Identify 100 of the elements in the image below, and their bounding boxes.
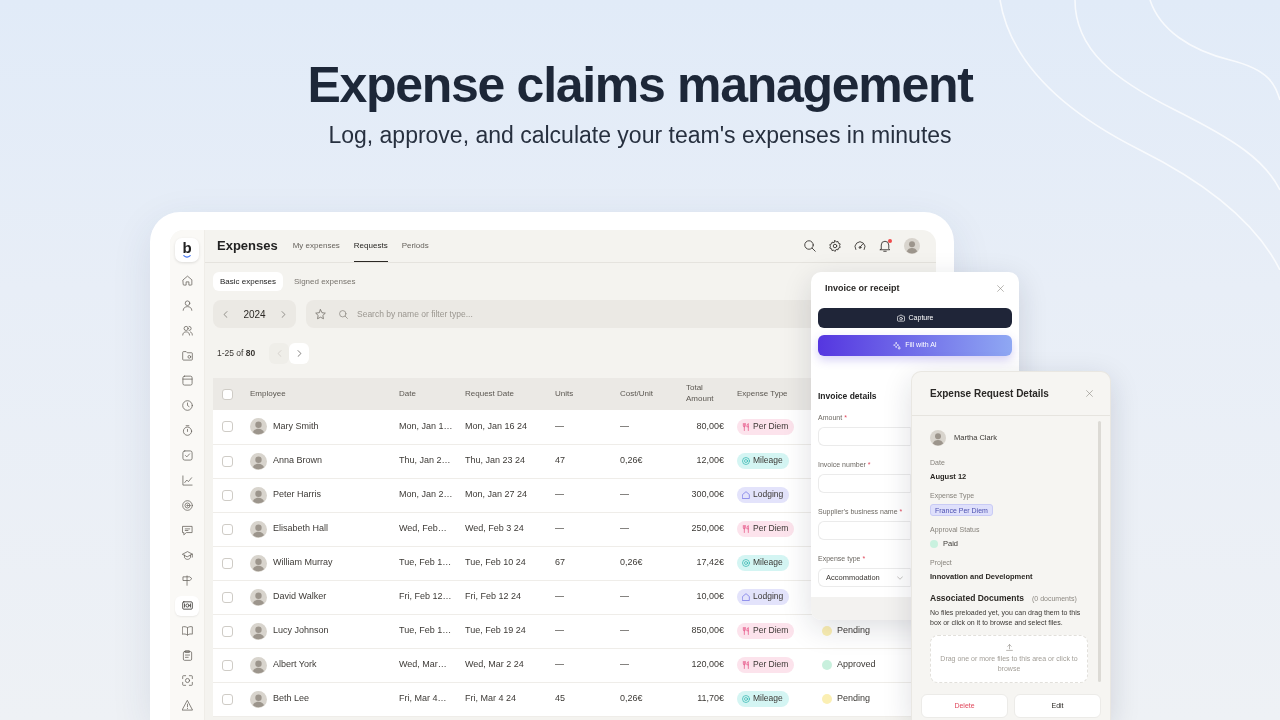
column-header[interactable]: Units [548, 378, 613, 410]
person-avatar-icon [250, 452, 267, 470]
table-cell: — [613, 614, 678, 648]
input-field[interactable] [818, 474, 911, 493]
checkbox[interactable] [222, 489, 233, 501]
table-cell: Wed, Feb… [392, 512, 458, 546]
table-cell: — [613, 410, 678, 444]
chat-bubble-icon[interactable] [181, 525, 193, 536]
column-header[interactable]: Employee [243, 378, 392, 410]
checkbox[interactable] [222, 591, 233, 603]
checkbox[interactable] [222, 693, 233, 705]
person-avatar-icon [930, 430, 946, 446]
clock-icon[interactable] [181, 400, 193, 411]
checkbox[interactable] [222, 523, 233, 535]
section-title: Associated Documents [930, 592, 1024, 604]
table-cell: Fri, Mar 4… [392, 682, 458, 716]
table-cell: Wed, Mar… [392, 648, 458, 682]
table-cell: — [548, 648, 613, 682]
table-cell: 10,00€ [678, 580, 730, 614]
bell-icon[interactable] [879, 240, 891, 252]
table-cell: Wed, Mar 2 24 [458, 648, 548, 682]
close-icon[interactable] [1086, 390, 1093, 397]
folder-icon[interactable] [181, 350, 193, 361]
table-cell: — [548, 580, 613, 614]
table-cell: 0,26€ [613, 682, 678, 716]
scan-frame-icon[interactable] [181, 675, 193, 686]
banknote-icon[interactable] [175, 595, 199, 616]
user-avatar-icon[interactable] [904, 238, 920, 254]
signpost-icon[interactable] [181, 575, 193, 586]
table-cell: Tue, Feb 1… [392, 546, 458, 580]
pagination-summary: 1-25 of 80 [217, 347, 256, 360]
table-cell: 850,00€ [678, 614, 730, 648]
graduation-cap-icon[interactable] [181, 550, 193, 561]
employee-name: Elisabeth Hall [273, 522, 329, 536]
column-header[interactable]: Total Amount [678, 378, 730, 410]
input-field[interactable] [818, 521, 911, 540]
target-icon[interactable] [181, 500, 193, 511]
table-cell: Fri, Feb 12 24 [458, 580, 548, 614]
person-avatar-icon [250, 588, 267, 606]
ring-icon [742, 558, 750, 567]
checkbox[interactable] [222, 421, 233, 433]
line-chart-icon[interactable] [181, 475, 193, 486]
tab[interactable]: My expenses [292, 230, 340, 262]
table-cell: — [548, 410, 613, 444]
person-avatar-icon [250, 520, 267, 538]
star-icon[interactable] [315, 308, 326, 320]
subtab[interactable]: Signed expenses [287, 272, 363, 291]
chevron-left-icon[interactable] [222, 310, 229, 318]
house-icon [742, 592, 750, 601]
table-cell: 47 [548, 444, 613, 478]
checked-box-icon[interactable] [181, 450, 193, 461]
table-cell: Fri, Feb 12… [392, 580, 458, 614]
column-header[interactable]: Request Date [458, 378, 548, 410]
checkbox[interactable] [222, 557, 233, 569]
chevron-right-icon[interactable] [280, 310, 287, 318]
table-cell: Mon, Jan 16 24 [458, 410, 548, 444]
checkbox[interactable] [222, 455, 233, 467]
page-subheadline: Log, approve, and calculate your team's expenses in minutes [328, 121, 952, 149]
panel-title: Expense Request Details [930, 387, 1049, 400]
column-header[interactable]: Expense Type [730, 378, 811, 410]
stopwatch-icon[interactable] [181, 425, 193, 436]
home-icon[interactable] [181, 275, 193, 286]
person-avatar-icon [250, 622, 267, 640]
tab[interactable]: Periods [401, 230, 429, 262]
status-label: Pending [837, 624, 871, 638]
person-avatar-icon [250, 554, 267, 572]
fork-knife-icon [742, 660, 750, 669]
close-icon[interactable] [997, 284, 1004, 292]
next-page-button[interactable] [289, 343, 310, 364]
search-icon[interactable] [804, 240, 816, 252]
user-icon[interactable] [181, 300, 193, 311]
employee-name: Anna Brown [273, 454, 323, 468]
checkbox[interactable] [222, 625, 233, 637]
input-field[interactable] [818, 427, 911, 446]
subtab[interactable]: Basic expenses [213, 272, 284, 291]
status-label: Pending [837, 692, 871, 706]
tab[interactable]: Requests [353, 230, 388, 262]
warning-icon[interactable] [181, 700, 193, 711]
expense-type-label: Per Diem [753, 522, 789, 536]
table-cell: — [613, 478, 678, 512]
employee-name: Beth Lee [273, 692, 310, 706]
column-header[interactable]: Date [392, 378, 458, 410]
calendar-icon[interactable] [181, 375, 193, 386]
table-cell: 12,00€ [678, 444, 730, 478]
table-cell: — [548, 478, 613, 512]
settings-icon[interactable] [829, 240, 841, 252]
expense-type-label: Mileage [753, 556, 783, 570]
checkbox[interactable] [222, 659, 233, 671]
employee-name: Lucy Johnson [273, 624, 329, 638]
users-icon[interactable] [181, 325, 193, 336]
person-avatar-icon [250, 486, 267, 504]
app-logo: b [175, 238, 199, 262]
camera-icon [896, 314, 905, 322]
column-header[interactable]: Cost/Unit [613, 378, 678, 410]
gauge-icon[interactable] [854, 240, 866, 252]
clipboard-icon[interactable] [181, 650, 193, 661]
checkbox[interactable] [222, 388, 233, 400]
expense-type-label: Lodging [753, 590, 784, 604]
section-title: Invoice details [818, 390, 877, 402]
open-book-icon[interactable] [181, 625, 193, 636]
